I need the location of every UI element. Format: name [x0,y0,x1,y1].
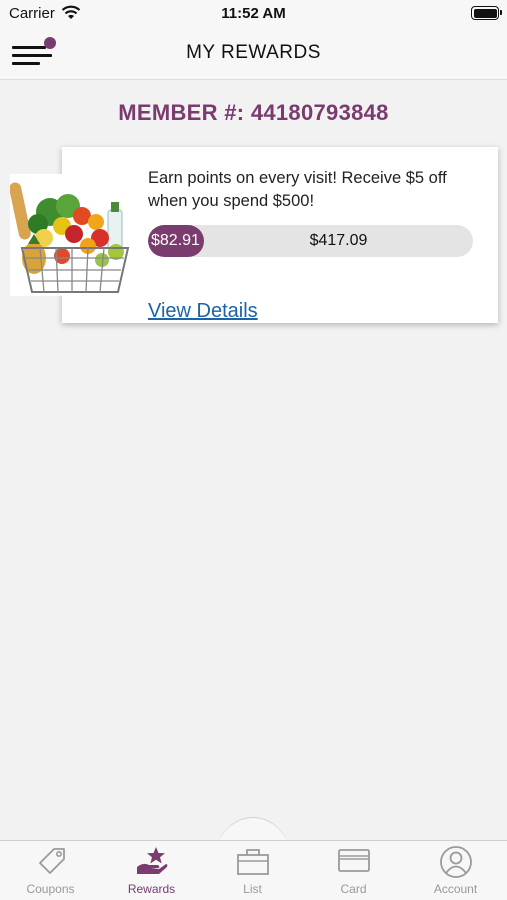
member-number: MEMBER #: 44180793848 [118,100,389,125]
grocery-basket-image [9,174,138,296]
tab-account[interactable]: Account [404,846,507,900]
status-bar: Carrier 11:52 AM [0,0,507,28]
reward-progress-bar: $82.91 $417.09 [148,225,473,257]
page-title: MY REWARDS [186,42,321,63]
status-time: 11:52 AM [221,5,286,22]
tab-label-account: Account [433,882,478,896]
tab-label-rewards: Rewards [127,882,176,896]
progress-earned: $82.91 [148,225,204,257]
reward-description: Earn points on every visit! Receive $5 o… [148,169,447,210]
user-icon [404,846,507,878]
battery-icon [471,6,502,20]
view-details-link[interactable]: View Details [148,300,258,323]
tab-label-coupons: Coupons [26,882,75,896]
nav-bar: MY REWARDS [0,28,507,80]
tab-coupons[interactable]: Coupons [0,846,101,900]
basket-icon [202,846,303,876]
tag-icon [0,846,101,876]
tab-list[interactable]: List [202,846,303,900]
tab-label-list: List [243,882,262,896]
tab-label-card: Card [340,882,367,896]
tab-card[interactable]: Card [303,846,404,900]
card-icon [303,846,404,876]
star-hand-icon [101,846,202,876]
tab-rewards[interactable]: Rewards [101,846,202,900]
progress-remaining: $417.09 [309,232,368,249]
